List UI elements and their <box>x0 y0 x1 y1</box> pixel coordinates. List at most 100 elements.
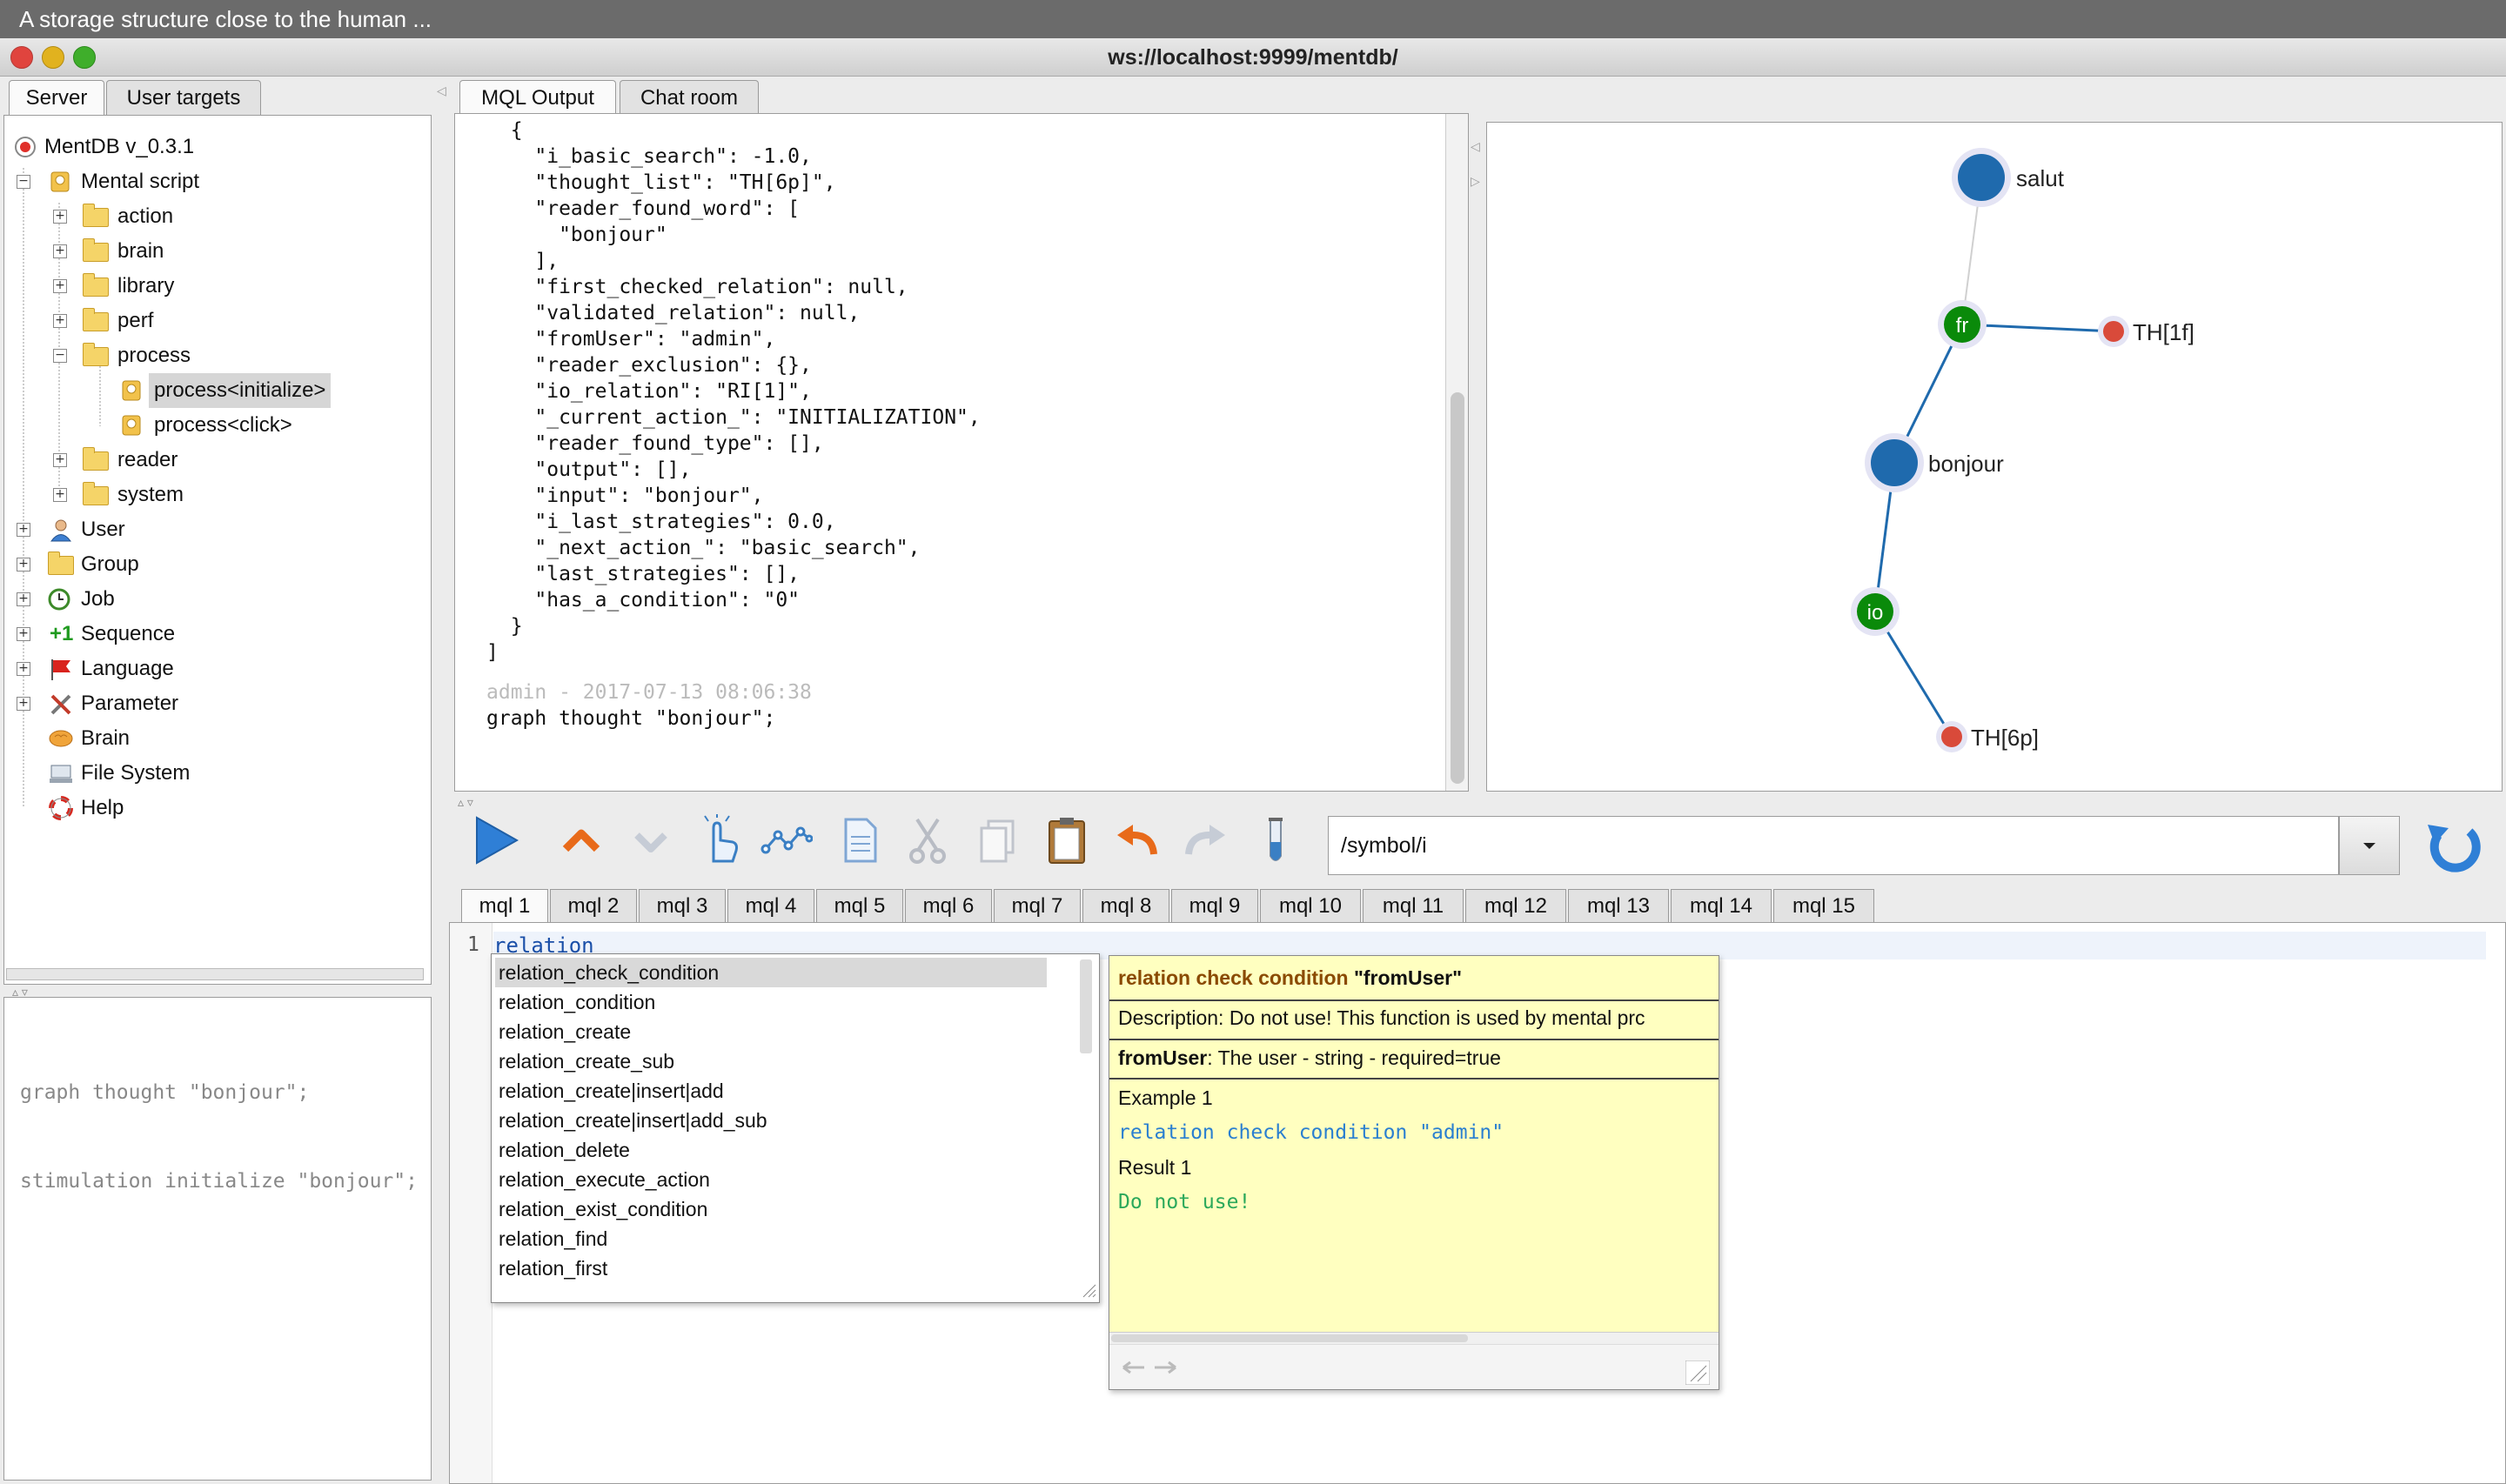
expand-icon[interactable]: + <box>17 592 30 606</box>
resize-grip-icon[interactable] <box>1082 1283 1097 1299</box>
tree-item-help[interactable]: Help <box>4 791 431 826</box>
symbol-path-input[interactable]: /symbol/i <box>1328 816 2339 875</box>
tab-mql-6[interactable]: mql 6 <box>905 889 992 922</box>
tab-mql-9[interactable]: mql 9 <box>1171 889 1258 922</box>
node-io[interactable]: io <box>1851 587 1900 636</box>
expand-icon[interactable]: + <box>53 244 67 258</box>
node-th1f[interactable]: TH[1f] <box>2098 316 2194 347</box>
tree-item-root[interactable]: MentDB v_0.3.1 <box>4 130 431 164</box>
tree-item-language[interactable]: + Language <box>4 652 431 686</box>
expand-icon[interactable]: + <box>17 523 30 537</box>
collapse-icon[interactable]: − <box>53 349 67 363</box>
autocomplete-item[interactable]: relation_execute_action <box>495 1165 1047 1194</box>
expand-icon[interactable]: + <box>53 453 67 467</box>
tab-mql-3[interactable]: mql 3 <box>639 889 726 922</box>
expand-icon[interactable]: + <box>17 558 30 572</box>
hand-pointer-icon[interactable] <box>693 814 745 866</box>
tab-mql-12[interactable]: mql 12 <box>1465 889 1566 922</box>
autocomplete-list[interactable]: relation_check_condition relation_conditi… <box>491 953 1100 1303</box>
autocomplete-scrollbar[interactable] <box>1080 959 1092 1053</box>
tree-item-library[interactable]: + library <box>4 269 431 304</box>
tree-item-system[interactable]: + system <box>4 478 431 512</box>
tab-user-targets[interactable]: User targets <box>106 80 261 115</box>
expand-icon[interactable]: + <box>53 314 67 328</box>
tree-item-group[interactable]: + Group <box>4 547 431 582</box>
scrollbar-thumb[interactable] <box>1451 392 1464 784</box>
tab-mql-2[interactable]: mql 2 <box>550 889 637 922</box>
refresh-icon[interactable] <box>2419 812 2489 879</box>
tree-item-process-initialize[interactable]: process<initialize> <box>4 373 431 408</box>
tree-item-sequence[interactable]: + +1 Sequence <box>4 617 431 652</box>
node-th6p[interactable]: TH[6p] <box>1936 721 2039 752</box>
autocomplete-item[interactable]: relation_first <box>495 1253 1047 1283</box>
tab-mql-13[interactable]: mql 13 <box>1568 889 1669 922</box>
paste-icon[interactable] <box>1041 814 1093 866</box>
tab-mql-7[interactable]: mql 7 <box>994 889 1081 922</box>
node-bonjour[interactable]: bonjour <box>1865 433 2004 492</box>
tree-item-perf[interactable]: + perf <box>4 304 431 338</box>
autocomplete-item[interactable]: relation_create|insert|add <box>495 1076 1047 1106</box>
autocomplete-item[interactable]: relation_create <box>495 1017 1047 1046</box>
tab-mql-8[interactable]: mql 8 <box>1082 889 1169 922</box>
tree-item-process-click[interactable]: process<click> <box>4 408 431 443</box>
tree-item-job[interactable]: + Job <box>4 582 431 617</box>
resize-grip-icon[interactable] <box>1685 1360 1710 1385</box>
autocomplete-item[interactable]: relation_condition <box>495 987 1047 1017</box>
nav-arrows-icon[interactable] <box>1120 1355 1181 1380</box>
autocomplete-item[interactable]: relation_find <box>495 1224 1047 1253</box>
splitter-arrows-icon[interactable]: ◁ ▷ <box>1471 129 1480 198</box>
autocomplete-item[interactable]: relation_exist_condition <box>495 1194 1047 1224</box>
play-icon[interactable] <box>470 814 522 866</box>
redo-icon[interactable] <box>1180 814 1232 866</box>
scissors-icon[interactable] <box>901 814 954 866</box>
tree-horizontal-scrollbar[interactable] <box>6 968 424 980</box>
arrow-up-icon[interactable] <box>555 814 607 866</box>
tab-server[interactable]: Server <box>9 80 104 115</box>
arrow-down-icon[interactable] <box>625 814 677 866</box>
graph-icon[interactable] <box>761 814 813 866</box>
expand-icon[interactable]: + <box>17 627 30 641</box>
tab-mql-5[interactable]: mql 5 <box>816 889 903 922</box>
autocomplete-item[interactable]: relation_check_condition <box>495 958 1047 987</box>
thought-graph[interactable]: salut fr TH[1f] bonjour io TH[6p] <box>1487 123 2502 791</box>
expand-icon[interactable]: + <box>17 662 30 676</box>
tree-item-user[interactable]: + User <box>4 512 431 547</box>
tab-mql-4[interactable]: mql 4 <box>727 889 814 922</box>
tree-item-file-system[interactable]: File System <box>4 756 431 791</box>
tab-mql-15[interactable]: mql 15 <box>1773 889 1874 922</box>
path-dropdown-button[interactable] <box>2339 816 2400 875</box>
undo-icon[interactable] <box>1110 814 1163 866</box>
expand-icon[interactable]: + <box>53 279 67 293</box>
graph-panel[interactable]: salut fr TH[1f] bonjour io TH[6p] <box>1486 122 2503 792</box>
expand-icon[interactable]: + <box>17 697 30 711</box>
help-horizontal-scrollbar[interactable] <box>1109 1332 1719 1345</box>
scrollbar-thumb[interactable] <box>1111 1334 1468 1342</box>
autocomplete-item[interactable]: relation_create_sub <box>495 1046 1047 1076</box>
tree-item-reader[interactable]: + reader <box>4 443 431 478</box>
autocomplete-item[interactable]: relation_delete <box>495 1135 1047 1165</box>
tree-item-process[interactable]: − process <box>4 338 431 373</box>
tab-mql-10[interactable]: mql 10 <box>1260 889 1361 922</box>
tree-item-brain[interactable]: + brain <box>4 234 431 269</box>
tab-mql-14[interactable]: mql 14 <box>1671 889 1772 922</box>
autocomplete-item[interactable]: relation_create|insert|add_sub <box>495 1106 1047 1135</box>
tree-item-brain-root[interactable]: Brain <box>4 721 431 756</box>
node-salut[interactable]: salut <box>1952 148 2065 207</box>
tab-mql-1[interactable]: mql 1 <box>461 889 548 922</box>
splitter-arrows-icon[interactable]: ▵ ▿ <box>458 795 473 810</box>
copy-icon[interactable] <box>973 814 1025 866</box>
collapse-icon[interactable]: − <box>17 175 30 189</box>
expand-icon[interactable]: + <box>53 210 67 224</box>
node-fr[interactable]: fr <box>1938 300 1987 349</box>
tree-item-action[interactable]: + action <box>4 199 431 234</box>
tab-mql-11[interactable]: mql 11 <box>1363 889 1464 922</box>
tree-item-parameter[interactable]: + Parameter <box>4 686 431 721</box>
tree-item-mental-script[interactable]: − Mental script <box>4 164 431 199</box>
output-vertical-scrollbar[interactable] <box>1445 114 1468 791</box>
document-icon[interactable] <box>834 814 886 866</box>
tab-chat-room[interactable]: Chat room <box>620 80 759 115</box>
tab-mql-output[interactable]: MQL Output <box>459 80 616 115</box>
left-arrow-icon[interactable]: ◁ <box>437 84 446 98</box>
expand-icon[interactable]: + <box>53 488 67 502</box>
test-tube-icon[interactable] <box>1250 814 1302 866</box>
